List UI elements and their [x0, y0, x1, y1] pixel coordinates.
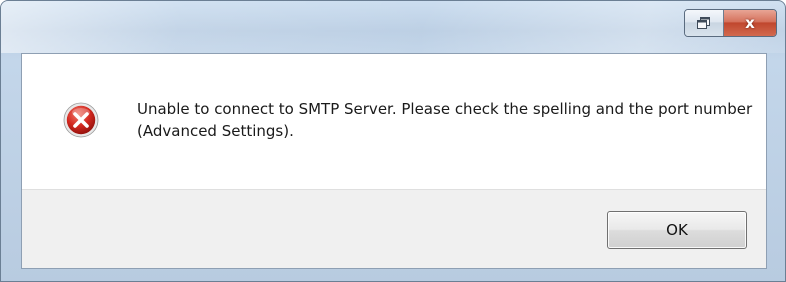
ok-button[interactable]: OK	[607, 211, 747, 249]
message-area: Unable to connect to SMTP Server. Please…	[22, 54, 766, 189]
restore-window-icon	[697, 17, 710, 29]
title-bar-glass	[1, 1, 785, 53]
restore-button[interactable]	[685, 10, 724, 36]
error-message: Unable to connect to SMTP Server. Please…	[137, 100, 753, 140]
dialog-client-area: Unable to connect to SMTP Server. Please…	[21, 53, 767, 269]
title-bar[interactable]: x	[1, 1, 785, 53]
dialog-window: x Unable to connect to SMTP Server. Plea…	[0, 0, 786, 282]
error-icon	[63, 102, 99, 138]
close-icon: x	[745, 13, 755, 32]
button-bar: OK	[22, 189, 766, 268]
caption-buttons: x	[684, 9, 777, 37]
close-button[interactable]: x	[724, 10, 776, 36]
